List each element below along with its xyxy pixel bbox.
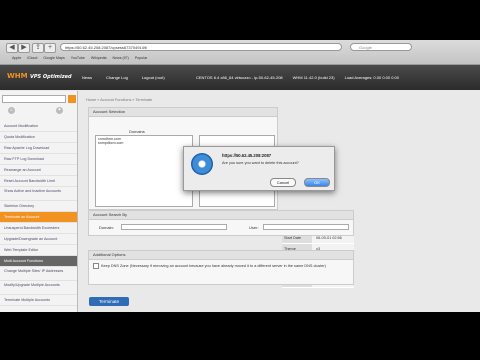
sidebar-item[interactable]: Raw FTP Log Download	[0, 154, 77, 165]
panel-title: Account Search By	[89, 211, 353, 220]
sidebar-item[interactable]: Modify/Upgrade Multiple Accounts	[0, 281, 77, 295]
domain-search-input[interactable]	[121, 224, 227, 230]
sidebar-item[interactable]: Skeleton Directory	[0, 201, 77, 212]
safari-compass-icon	[191, 153, 213, 175]
system-info: CENTOS 6.4 x86_64 virtuozzo - ip-50-62-4…	[196, 75, 399, 80]
news-link[interactable]: News	[80, 75, 94, 80]
account-search-panel: Account Search By Domain: User:	[88, 210, 354, 236]
back-button[interactable]: ◀	[6, 43, 18, 53]
version-info: WHM 11.42.0 (build 23)	[292, 75, 335, 80]
bookmarks-bar: Apple iCloud Google Maps YouTube Wikiped…	[12, 55, 147, 62]
home-icon[interactable]: ⌂	[8, 107, 15, 114]
search-field[interactable]: Google	[350, 43, 412, 51]
whm-header: WHM VPS Optimized News Change Log Logout…	[0, 65, 480, 90]
sidebar-item[interactable]: Unsuspend Bandwidth Exceeders	[0, 223, 77, 234]
sidebar-search-button[interactable]	[68, 95, 76, 103]
keep-dns-label: Keep DNS Zone (Necessary if removing an …	[101, 264, 326, 268]
whm-logo[interactable]: WHM VPS Optimized	[7, 72, 72, 80]
bookmark-item[interactable]: Popular	[135, 55, 147, 62]
browser-toolbar: ◀ ▶ ⇪ + https://50.62.45.208:2087/cpsess…	[0, 40, 480, 65]
sidebar-item[interactable]: Terminate Multiple Accounts	[0, 295, 77, 306]
bookmark-item[interactable]: Apple	[12, 55, 21, 62]
bookmark-item[interactable]: Google Maps	[43, 55, 64, 62]
sidebar-item[interactable]: Quota Modification	[0, 132, 77, 143]
keep-dns-checkbox[interactable]	[93, 263, 99, 269]
bookmark-item[interactable]: Wikipedia	[91, 55, 107, 62]
dialog-title: https://50.62.45.208:2087	[222, 153, 272, 158]
panel-title: Account Selection	[89, 108, 277, 117]
sidebar-item[interactable]: Raw Apache Log Download	[0, 143, 77, 154]
forward-button[interactable]: ▶	[18, 43, 30, 53]
confirm-dialog: https://50.62.45.208:2087 Are you sure y…	[183, 146, 335, 191]
domain-label: Domain:	[99, 225, 114, 230]
ok-button[interactable]: OK	[304, 178, 330, 187]
breadcrumb: Home » Account Functions » Terminate	[86, 98, 153, 102]
domain-item[interactable]: snmpdbcm.com	[98, 141, 190, 145]
sidebar: ⌂ ✦ Account Modification Quota Modificati…	[0, 91, 78, 312]
domains-header: Domains	[129, 129, 145, 134]
sidebar-item[interactable]: Upgrade/Downgrade an Account	[0, 234, 77, 245]
user-search-input[interactable]	[263, 224, 349, 230]
sidebar-item[interactable]: Terminate an Account	[0, 212, 77, 223]
change-log-link[interactable]: Change Log	[104, 75, 130, 80]
sidebar-group-header[interactable]: Multi Account Functions	[0, 256, 77, 267]
cancel-button[interactable]: Cancel	[270, 178, 296, 187]
top-nav: News Change Log Logout (root)	[80, 75, 167, 80]
sidebar-menu: Account Modification Quota Modification Ra…	[0, 121, 77, 306]
user-label: User:	[249, 225, 259, 230]
address-bar[interactable]: https://50.62.45.208:2087/cpsess67370491…	[60, 43, 342, 51]
sidebar-item[interactable]: Change Multiple Sites' IP Addresses	[0, 267, 77, 281]
sidebar-item[interactable]: Reset Account Bandwidth Limit	[0, 176, 77, 187]
dialog-message: Are you sure you want to delete this acc…	[222, 161, 299, 165]
screen-frame: ◀ ▶ ⇪ + https://50.62.45.208:2087/cpsess…	[0, 40, 480, 312]
bookmark-item[interactable]: News (97)	[113, 55, 129, 62]
domain-list[interactable]: cnmdhrm.com snmpdbcm.com	[95, 135, 193, 207]
keep-dns-option: Keep DNS Zone (Necessary if removing an …	[93, 263, 349, 270]
share-button[interactable]: ⇪	[32, 43, 44, 53]
sidebar-icon-row: ⌂ ✦	[4, 107, 74, 115]
sidebar-item[interactable]: Account Modification	[0, 121, 77, 132]
sidebar-search-input[interactable]	[2, 95, 66, 103]
bookmark-item[interactable]: YouTube	[71, 55, 85, 62]
os-info: CENTOS 6.4 x86_64 virtuozzo - ip-50-62-4…	[196, 75, 283, 80]
panel-title: Additional Options	[89, 251, 353, 260]
settings-icon[interactable]: ✦	[56, 107, 63, 114]
sidebar-item[interactable]: Show Active and Inactive Accounts	[0, 187, 77, 201]
additional-options-panel: Additional Options Keep DNS Zone (Necess…	[88, 250, 354, 285]
load-averages: Load Averages: 0.00 0.00 0.00	[344, 75, 400, 80]
logout-link[interactable]: Logout (root)	[140, 75, 167, 80]
sidebar-item[interactable]: Web Template Editor	[0, 245, 77, 256]
bookmark-item[interactable]: iCloud	[27, 55, 37, 62]
add-tab-button[interactable]: +	[44, 43, 56, 53]
terminate-button[interactable]: Terminate	[89, 297, 129, 306]
sidebar-item[interactable]: Rearrange an Account	[0, 165, 77, 176]
